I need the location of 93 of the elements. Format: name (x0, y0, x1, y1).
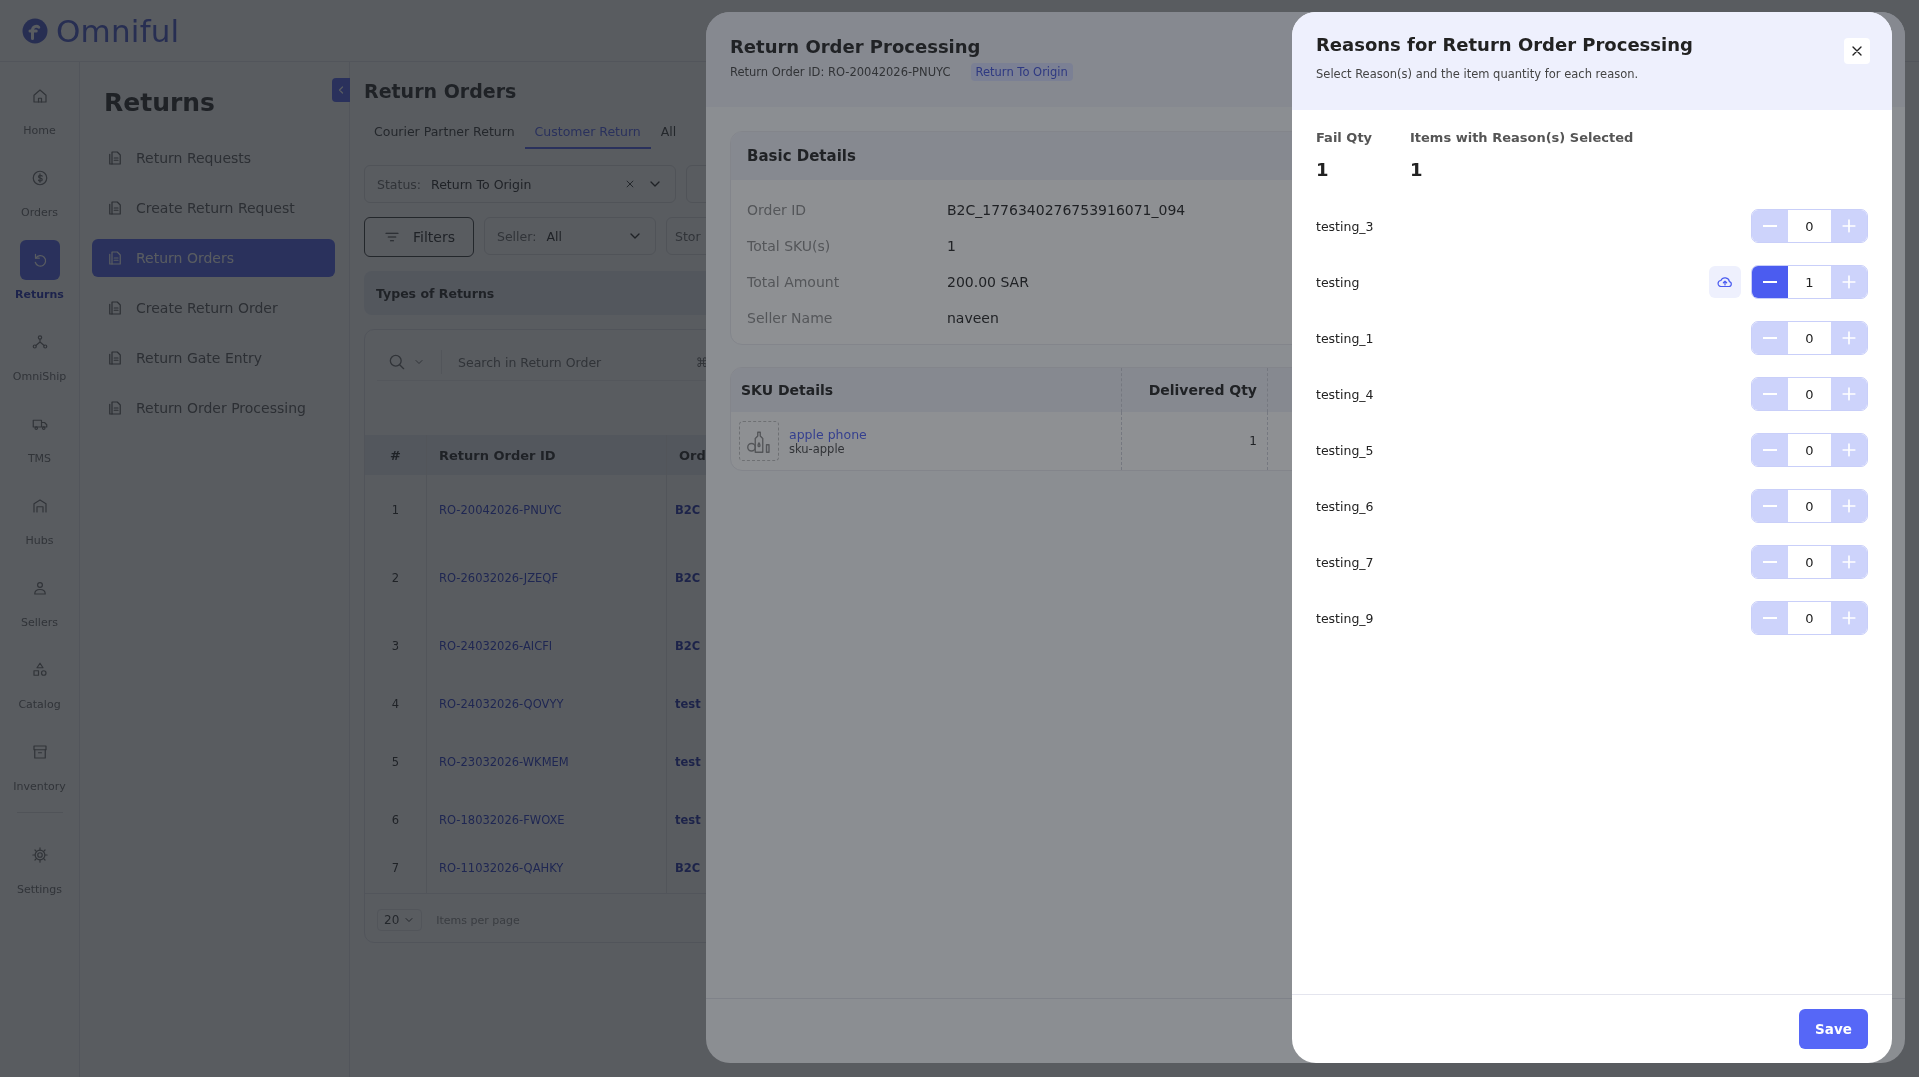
table-cell: B2C (675, 503, 701, 517)
reason-label: testing_6 (1316, 498, 1375, 514)
increment-button[interactable] (1831, 602, 1867, 634)
document-icon (106, 149, 124, 167)
section-title: Returns (104, 88, 216, 117)
field-value: 1 (947, 237, 956, 256)
reason-label: testing_4 (1316, 386, 1375, 402)
reason-label: testing_5 (1316, 442, 1375, 458)
table-cell: 1 (1249, 434, 1257, 448)
minus-icon (1763, 449, 1777, 451)
order-id-link[interactable]: RO-26032026-JZEQF (437, 571, 559, 585)
table-cell: B2C (675, 639, 701, 653)
reason-label: testing_9 (1316, 610, 1375, 626)
order-id-link[interactable]: RO-18032026-FWOXE (437, 813, 565, 827)
table-cell: B2C (675, 571, 701, 585)
column-header: # (365, 435, 427, 475)
minus-icon (1763, 393, 1777, 395)
table-cell: 6 (365, 797, 427, 843)
minus-icon (1763, 225, 1777, 227)
field-value: 200.00 SAR (947, 273, 1029, 292)
settings-icon (30, 846, 49, 864)
filter-value: All (546, 228, 563, 244)
decrement-button[interactable] (1752, 266, 1788, 298)
document-icon (106, 199, 124, 217)
sku-code: sku-apple (789, 441, 845, 456)
reason-label: testing_1 (1316, 330, 1375, 346)
order-id-text: Return Order ID: RO-20042026-PNUYC (730, 65, 951, 79)
dollar-icon (30, 169, 49, 187)
field-label: Total SKU(s) (747, 237, 831, 256)
hierarchy-icon (30, 333, 49, 351)
increment-button[interactable] (1831, 210, 1867, 242)
reason-label: testing_3 (1316, 218, 1375, 234)
collapse-button[interactable] (332, 78, 350, 102)
table-cell: test (675, 813, 701, 827)
upload-button[interactable] (1709, 266, 1741, 298)
summary-value: 1 (1316, 159, 1330, 180)
filters-button[interactable]: Filters (364, 217, 474, 257)
close-button[interactable] (1844, 38, 1870, 64)
reason-label: testing (1316, 274, 1361, 290)
product-placeholder-icon (739, 421, 779, 461)
document-icon (106, 349, 124, 367)
minus-icon (1763, 281, 1777, 283)
order-id-link[interactable]: RO-24032026-AICFI (437, 639, 553, 653)
modal-title: Return Order Processing (730, 36, 981, 57)
table-cell: 4 (365, 681, 427, 727)
save-button[interactable]: Save (1799, 1009, 1868, 1049)
column-header: Delivered Qty (1148, 382, 1257, 398)
increment-button[interactable] (1831, 490, 1867, 522)
document-icon (106, 399, 124, 417)
page-title: Return Orders (364, 80, 518, 102)
panel-title: Reasons for Return Order Processing (1316, 34, 1693, 55)
minus-icon (1763, 337, 1777, 339)
table-cell: 7 (365, 843, 427, 893)
nav-label: Returns (15, 288, 64, 301)
filter-value: Return To Origin (431, 176, 533, 192)
search-icon (387, 352, 407, 372)
archive-icon (30, 743, 49, 761)
minus-icon (1763, 505, 1777, 507)
increment-button[interactable] (1831, 434, 1867, 466)
increment-button[interactable] (1831, 322, 1867, 354)
table-cell: B2C (675, 861, 701, 875)
order-id-link[interactable]: RO-24032026-QOVYY (437, 697, 564, 711)
field-value: B2C_1776340276753916071_094 (947, 201, 1186, 220)
increment-button[interactable] (1831, 266, 1867, 298)
table-cell: 1 (365, 475, 427, 545)
minus-icon (1763, 617, 1777, 619)
table-cell: test (675, 755, 701, 769)
status-badge: Return To Origin (970, 63, 1073, 81)
field-value: naveen (947, 309, 999, 328)
field-label: Order ID (747, 201, 807, 220)
summary-label: Items with Reason(s) Selected (1410, 130, 1634, 145)
panel-subtitle: Select Reason(s) and the item quantity for each reason. (1316, 67, 1639, 81)
document-icon (106, 299, 124, 317)
table-cell: 2 (365, 545, 427, 611)
order-id-link[interactable]: RO-23032026-WKMEM (437, 755, 569, 769)
summary-value: 1 (1410, 159, 1424, 180)
product-link[interactable]: apple phone (789, 426, 867, 442)
table-cell: test (675, 697, 701, 711)
table-cell: 5 (365, 727, 427, 797)
home-icon (30, 87, 49, 105)
nav-icon-button[interactable] (19, 240, 60, 280)
reason-label: testing_7 (1316, 554, 1375, 570)
summary-label: Fail Qty (1316, 130, 1374, 145)
increment-button[interactable] (1831, 546, 1867, 578)
order-id-link[interactable]: RO-11032026-QAHKY (437, 861, 564, 875)
increment-button[interactable] (1831, 378, 1867, 410)
order-id-link[interactable]: RO-20042026-PNUYC (437, 503, 562, 517)
shapes-icon (30, 661, 49, 679)
column-header: SKU Details (741, 382, 834, 398)
minus-icon (1763, 561, 1777, 563)
warehouse-icon (30, 497, 49, 515)
document-icon (106, 249, 124, 267)
table-cell: 3 (365, 611, 427, 681)
